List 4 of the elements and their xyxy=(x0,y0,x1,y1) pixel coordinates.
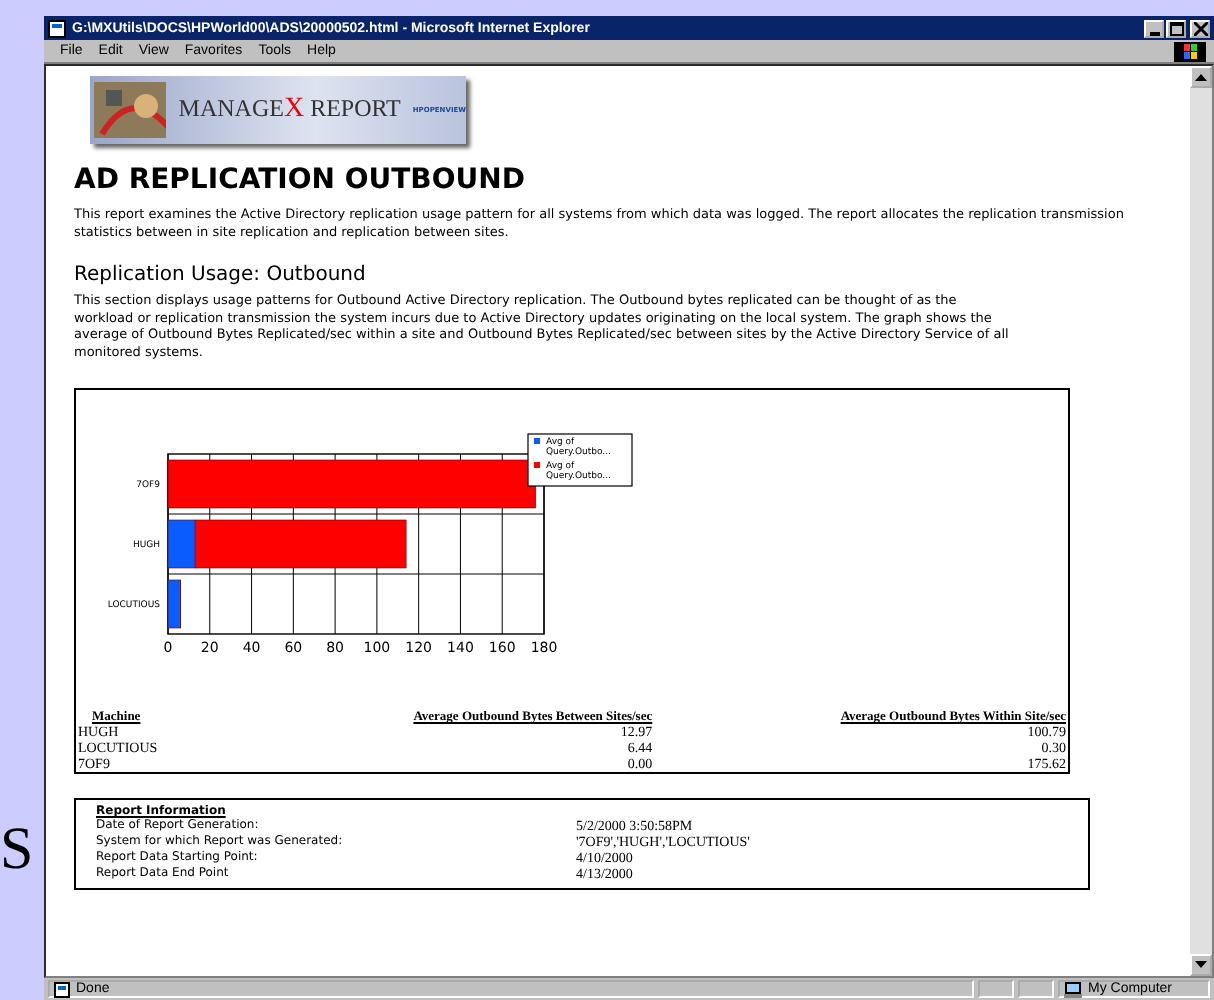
section-heading: Replication Usage: Outbound xyxy=(74,264,368,286)
banner-title: MANAGEX REPORT xyxy=(178,94,401,126)
page-heading: AD REPLICATION OUTBOUND xyxy=(74,164,527,196)
slide-letter: S xyxy=(0,816,34,884)
